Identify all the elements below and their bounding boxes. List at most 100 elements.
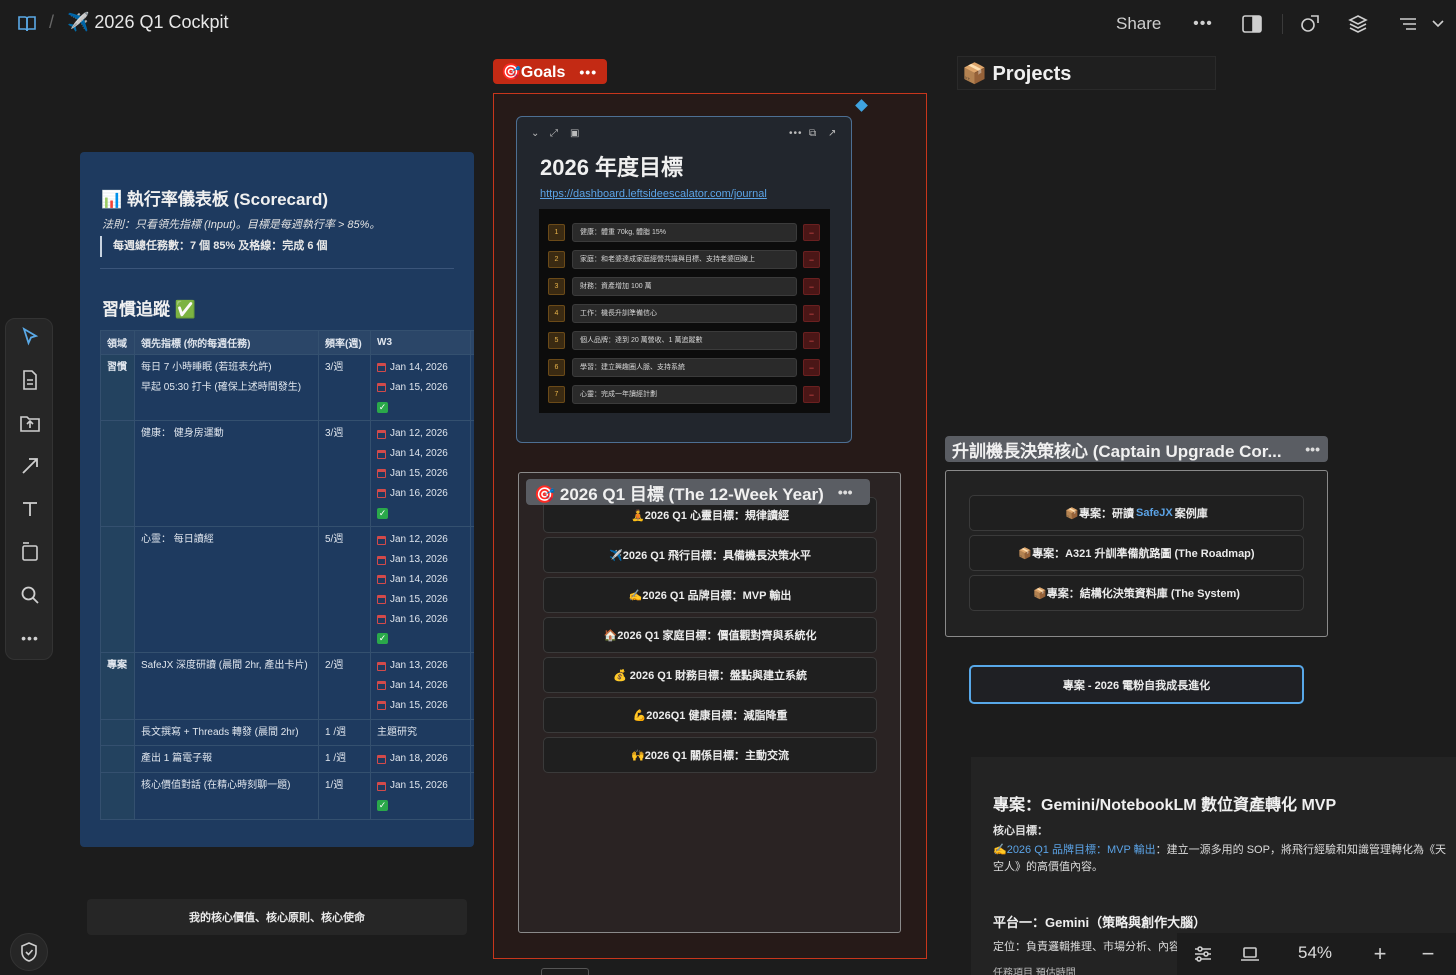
shapes-icon[interactable]: ⧉ (809, 128, 816, 139)
task-cell[interactable]: 核心價值對話 (在精心時刻聊一題) (134, 772, 319, 820)
goals-group-label[interactable]: 🎯Goals ••• (493, 59, 607, 84)
annual-goals-card[interactable]: ⌄ ⤢ ▣ ••• ⧉ ↗ 2026 年度目標 https://dashboar… (516, 116, 852, 443)
book-icon[interactable] (16, 13, 38, 35)
zoom-in-icon[interactable]: + (1368, 941, 1392, 966)
zoom-level[interactable]: 54% (1298, 943, 1332, 963)
captain-project-item[interactable]: 📦專案：A321 升訓準備航路圖 (The Roadmap) (969, 535, 1304, 571)
chevron-down-icon[interactable] (1426, 12, 1450, 36)
more-icon[interactable]: ••• (579, 64, 597, 80)
week-cell[interactable] (470, 718, 474, 747)
checkmark-icon[interactable]: ✓ (377, 633, 388, 645)
week-cell[interactable]: 主題研究 (370, 718, 471, 747)
table-row: 核心價值對話 (在精心時刻聊一題) 1/週 Jan 15, 2026 ✓ (100, 772, 474, 820)
week-cell[interactable] (470, 745, 474, 774)
task-cell[interactable]: 健康： 健身房運動 (134, 420, 319, 528)
date-text: Jan 14, 2026 (390, 362, 448, 373)
shapes-icon[interactable] (1298, 12, 1322, 36)
shield-icon[interactable] (10, 933, 48, 971)
date-entry[interactable]: Jan 15, 2026 (377, 590, 464, 610)
date-entry[interactable]: Jan 15, 2026 (377, 776, 464, 796)
date-entry[interactable]: Jan 18, 2026 (377, 749, 464, 769)
split-view-icon[interactable] (1240, 12, 1264, 36)
date-entry[interactable]: Jan 13, 2026 (377, 656, 464, 676)
goal-number: 5 (548, 332, 565, 349)
week-cell[interactable]: Jan 18, 2026 (370, 745, 471, 774)
week-cell[interactable] (470, 526, 474, 654)
task-cell[interactable]: 長文撰寫 + Threads 轉發 (晨間 2hr) (134, 718, 319, 747)
growth-project-button[interactable]: 專案 - 2026 電粉自我成長進化 (969, 665, 1304, 704)
laptop-icon[interactable] (1238, 942, 1262, 966)
captain-upgrade-label[interactable]: 升訓機長決策核心 (Captain Upgrade Cor... ••• (945, 436, 1328, 462)
journal-link[interactable]: https://dashboard.leftsideescalator.com/… (540, 188, 767, 200)
layers-icon[interactable] (1346, 12, 1370, 36)
arrow-tool-icon[interactable] (18, 454, 42, 478)
open-link-icon[interactable]: ↗ (828, 128, 836, 139)
projects-label[interactable]: 📦 Projects (957, 56, 1216, 90)
week-cell[interactable]: Jan 15, 2026 ✓ (370, 772, 471, 820)
sliders-icon[interactable] (1191, 942, 1215, 966)
frame-tool-icon[interactable] (18, 540, 42, 564)
checkmark-icon[interactable]: ✓ (377, 507, 388, 519)
card-stub[interactable] (541, 968, 589, 975)
text-tool-icon[interactable] (18, 497, 42, 521)
week-cell[interactable]: Jan 13, 2026 Jan 14, 2026 Jan 15, 2026 (370, 652, 471, 720)
date-entry[interactable]: Jan 12, 2026 (377, 530, 464, 550)
checkmark-icon[interactable]: ✓ (377, 401, 388, 413)
date-text: Jan 12, 2026 (390, 428, 448, 440)
captain-project-item[interactable]: 📦專案：研讀 SafeJX 案例庫 (969, 495, 1304, 531)
zoom-out-icon[interactable]: − (1416, 941, 1440, 966)
q1-goal-item[interactable]: 🏠2026 Q1 家庭目標：價值觀對齊與系統化 (543, 617, 877, 653)
search-icon[interactable] (18, 583, 42, 607)
q1-goal-item[interactable]: ✍️2026 Q1 品牌目標：MVP 輸出 (543, 577, 877, 613)
week-cell[interactable]: Jan 12, 2026 Jan 14, 2026 Jan 15, 2026 Jan … (370, 420, 471, 528)
note-icon[interactable] (18, 368, 42, 392)
q1-goals-label[interactable]: 🎯 2026 Q1 目標 (The 12-Week Year) ••• (526, 479, 870, 505)
week-cell[interactable] (470, 420, 474, 528)
more-icon[interactable]: ••• (1305, 441, 1320, 457)
more-icon[interactable]: ••• (1191, 12, 1215, 36)
q1-goal-item[interactable]: 💪2026Q1 健康目標：減脂降重 (543, 697, 877, 733)
q1-goal-item[interactable]: 🙌2026 Q1 關係目標：主動交流 (543, 737, 877, 773)
date-entry[interactable]: Jan 15, 2026 (377, 378, 464, 398)
task-cell[interactable]: SafeJX 深度研讀 (晨間 2hr, 產出卡片) (134, 652, 319, 720)
week-cell[interactable]: Jan 14, 2026 Jan 15, 2026 ✓ (370, 353, 471, 422)
date-entry[interactable]: Jan 13, 2026 (377, 550, 464, 570)
week-cell[interactable] (470, 772, 474, 820)
outline-icon[interactable] (1396, 12, 1420, 36)
date-entry[interactable]: Jan 14, 2026 (377, 358, 464, 378)
captain-project-item[interactable]: 📦專案：結構化決策資料庫 (The System) (969, 575, 1304, 611)
goal-text: 工作：機長升訓準備信心 (572, 304, 797, 323)
page-title[interactable]: ✈️ 2026 Q1 Cockpit (67, 12, 229, 33)
sidebar-icon[interactable]: ▣ (570, 128, 579, 139)
brand-goal-link[interactable]: ✍️2026 Q1 品牌目標：MVP 輸出 (993, 844, 1156, 856)
week-cell[interactable] (470, 652, 474, 720)
date-entry[interactable]: Jan 16, 2026 (377, 610, 464, 630)
chevron-down-icon[interactable]: ⌄ (531, 128, 539, 139)
task-cell[interactable]: 每日 7 小時睡眠 (若班表允許) 早起 05:30 打卡 (確保上述時間發生) (134, 353, 319, 422)
q1-goal-item[interactable]: 💰 2026 Q1 財務目標：盤點與建立系統 (543, 657, 877, 693)
core-values-card[interactable]: 我的核心價值、核心原則、核心使命 (87, 899, 467, 935)
project-link[interactable]: SafeJX (1136, 507, 1173, 519)
upload-folder-icon[interactable] (18, 411, 42, 435)
more-icon[interactable]: ••• (838, 484, 853, 500)
q1-goal-item[interactable]: ✈️2026 Q1 飛行目標：具備機長決策水平 (543, 537, 877, 573)
date-entry[interactable]: Jan 15, 2026 (377, 464, 464, 484)
checkmark-icon[interactable]: ✓ (377, 799, 388, 811)
select-tool-icon[interactable] (18, 325, 42, 349)
share-button[interactable]: Share (1116, 14, 1161, 34)
task-cell[interactable]: 心靈： 每日讀經 (134, 526, 319, 654)
table-row: 心靈： 每日讀經 5/週 Jan 12, 2026 Jan 13, 2026 Jan 1… (100, 526, 474, 654)
week-cell[interactable]: Jan 12, 2026 Jan 13, 2026 Jan 14, 2026 Jan … (370, 526, 471, 654)
scorecard-card[interactable]: 📊 執行率儀表板 (Scorecard) 法則：只看領先指標 (Input)。目… (80, 152, 474, 847)
date-entry[interactable]: Jan 14, 2026 (377, 444, 464, 464)
more-icon[interactable]: ••• (789, 128, 803, 139)
expand-icon[interactable]: ⤢ (550, 128, 558, 139)
week-cell[interactable] (470, 353, 474, 422)
date-entry[interactable]: Jan 16, 2026 (377, 484, 464, 504)
date-entry[interactable]: Jan 14, 2026 (377, 676, 464, 696)
more-tools-icon[interactable]: ••• (18, 626, 42, 650)
date-entry[interactable]: Jan 12, 2026 (377, 424, 464, 444)
date-entry[interactable]: Jan 15, 2026 (377, 696, 464, 716)
date-entry[interactable]: Jan 14, 2026 (377, 570, 464, 590)
task-cell[interactable]: 產出 1 篇電子報 (134, 745, 319, 774)
